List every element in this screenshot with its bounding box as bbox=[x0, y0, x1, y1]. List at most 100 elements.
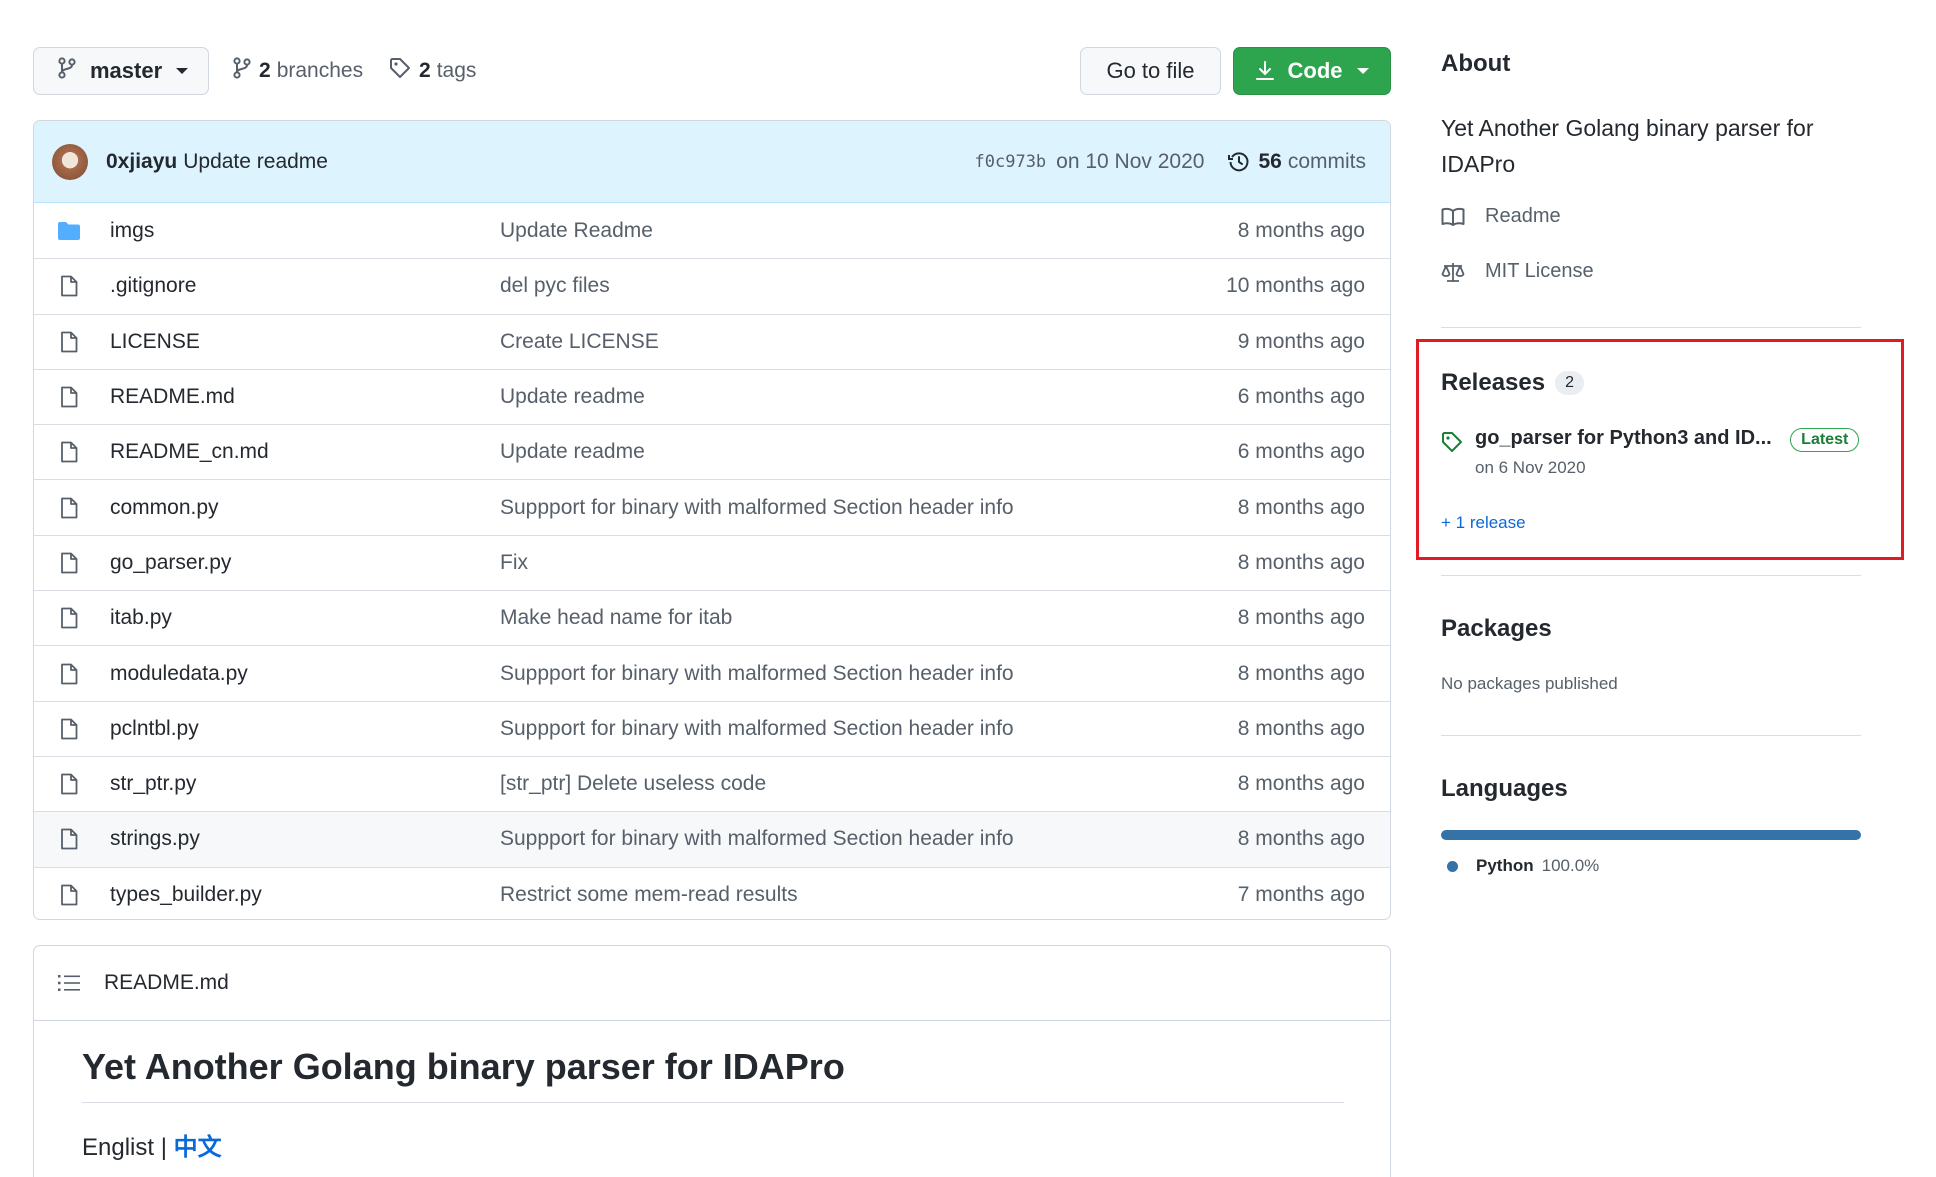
file-icon bbox=[56, 552, 82, 574]
file-icon bbox=[56, 773, 82, 795]
commit-sha[interactable]: f0c973b bbox=[975, 152, 1047, 172]
more-releases-link[interactable]: + 1 release bbox=[1441, 513, 1526, 533]
license-link[interactable]: MIT License bbox=[1441, 260, 1594, 283]
releases-heading[interactable]: Releases 2 bbox=[1441, 369, 1584, 397]
tag-icon bbox=[1441, 431, 1463, 478]
file-commit-message[interactable]: del pyc files bbox=[500, 274, 1226, 298]
readme-language-switch: Englist | 中文 bbox=[82, 1127, 222, 1162]
file-name-link[interactable]: str_ptr.py bbox=[110, 772, 500, 796]
file-row[interactable]: README_cn.md Update readme 6 months ago bbox=[34, 424, 1390, 479]
commits-count: 56 bbox=[1258, 149, 1282, 173]
file-commit-message[interactable]: Restrict some mem-read results bbox=[500, 883, 1238, 907]
chevron-down-icon bbox=[176, 68, 189, 74]
file-row[interactable]: LICENSE Create LICENSE 9 months ago bbox=[34, 313, 1390, 369]
latest-release[interactable]: go_parser for Python3 and ID... Latest o… bbox=[1441, 427, 1860, 478]
branches-count: 2 bbox=[259, 59, 271, 82]
about-description: Yet Another Golang binary parser for IDA… bbox=[1441, 115, 1814, 177]
license-link-label: MIT License bbox=[1485, 260, 1594, 282]
file-row[interactable]: strings.py Suppport for binary with malfo… bbox=[34, 811, 1390, 867]
file-commit-message[interactable]: Suppport for binary with malformed Secti… bbox=[500, 662, 1238, 686]
file-commit-message[interactable]: Fix bbox=[500, 551, 1238, 575]
file-name-link[interactable]: LICENSE bbox=[110, 330, 500, 354]
file-name-link[interactable]: README.md bbox=[110, 385, 500, 409]
tag-icon bbox=[389, 57, 411, 85]
file-row[interactable]: common.py Suppport for binary with malfor… bbox=[34, 479, 1390, 534]
language-bar bbox=[1441, 830, 1861, 840]
file-age: 6 months ago bbox=[1237, 385, 1365, 409]
file-icon bbox=[56, 828, 82, 850]
folder-icon bbox=[56, 221, 82, 241]
file-commit-message[interactable]: Update Readme bbox=[500, 219, 1238, 243]
divider bbox=[1441, 327, 1861, 328]
file-icon bbox=[56, 441, 82, 463]
avatar[interactable] bbox=[52, 143, 88, 180]
commit-message[interactable]: Update readme bbox=[183, 150, 328, 174]
file-row[interactable]: str_ptr.py [str_ptr] Delete useless code 8… bbox=[34, 755, 1390, 811]
file-age: 8 months ago bbox=[1237, 495, 1365, 519]
packages-title[interactable]: Packages bbox=[1441, 615, 1552, 643]
file-icon bbox=[56, 497, 82, 519]
file-row[interactable]: README.md Update readme 6 months ago bbox=[34, 368, 1390, 424]
file-name-link[interactable]: imgs bbox=[110, 219, 500, 243]
go-to-file-button[interactable]: Go to file bbox=[1080, 47, 1221, 95]
file-name-link[interactable]: moduledata.py bbox=[110, 662, 500, 686]
file-commit-message[interactable]: Suppport for binary with malformed Secti… bbox=[500, 496, 1238, 520]
file-age: 9 months ago bbox=[1237, 329, 1365, 353]
branch-select-button[interactable]: master bbox=[33, 47, 209, 95]
file-commit-message[interactable]: Suppport for binary with malformed Secti… bbox=[500, 827, 1238, 851]
file-commit-message[interactable]: Update readme bbox=[500, 440, 1238, 464]
code-button[interactable]: Code bbox=[1233, 47, 1391, 95]
file-row[interactable]: moduledata.py Suppport for binary with ma… bbox=[34, 645, 1390, 700]
file-age: 8 months ago bbox=[1237, 772, 1365, 796]
file-name-link[interactable]: common.py bbox=[110, 496, 500, 520]
readme-title: Yet Another Golang binary parser for IDA… bbox=[82, 1046, 1344, 1103]
download-icon bbox=[1255, 61, 1274, 80]
file-row[interactable]: itab.py Make head name for itab 8 months a… bbox=[34, 590, 1390, 645]
file-age: 8 months ago bbox=[1237, 827, 1365, 851]
file-commit-message[interactable]: Make head name for itab bbox=[500, 606, 1238, 630]
file-name-link[interactable]: README_cn.md bbox=[110, 440, 500, 464]
file-name-link[interactable]: go_parser.py bbox=[110, 551, 500, 575]
file-icon bbox=[56, 331, 82, 353]
commits-link[interactable]: 56 commits bbox=[1228, 150, 1366, 174]
latest-badge: Latest bbox=[1790, 428, 1860, 452]
file-row[interactable]: go_parser.py Fix 8 months ago bbox=[34, 534, 1390, 590]
file-row[interactable]: .gitignore del pyc files 10 months ago bbox=[34, 258, 1390, 313]
readme-link-label: Readme bbox=[1485, 205, 1561, 227]
chinese-readme-link[interactable]: 中文 bbox=[174, 1134, 222, 1161]
release-date: on 6 Nov 2020 bbox=[1475, 458, 1586, 477]
file-name-link[interactable]: strings.py bbox=[110, 827, 500, 851]
file-age: 8 months ago bbox=[1237, 550, 1365, 574]
branch-label: master bbox=[90, 58, 163, 83]
tags-link[interactable]: 2 tags bbox=[389, 47, 476, 95]
release-name[interactable]: go_parser for Python3 and ID... bbox=[1475, 427, 1772, 449]
file-icon bbox=[56, 663, 82, 685]
commit-author[interactable]: 0xjiayu bbox=[106, 150, 177, 174]
readme-link[interactable]: Readme bbox=[1441, 205, 1561, 228]
language-color-dot bbox=[1447, 860, 1458, 872]
file-commit-message[interactable]: Suppport for binary with malformed Secti… bbox=[500, 717, 1238, 741]
file-row[interactable]: pclntbl.py Suppport for binary with malfo… bbox=[34, 700, 1390, 756]
file-name-link[interactable]: .gitignore bbox=[110, 274, 500, 298]
file-name-link[interactable]: types_builder.py bbox=[110, 883, 500, 907]
file-icon bbox=[56, 275, 82, 297]
file-commit-message[interactable]: [str_ptr] Delete useless code bbox=[500, 772, 1238, 796]
file-commit-message[interactable]: Create LICENSE bbox=[500, 330, 1238, 354]
code-label: Code bbox=[1287, 58, 1343, 83]
branches-label: branches bbox=[276, 59, 364, 82]
file-name-link[interactable]: pclntbl.py bbox=[110, 717, 500, 741]
file-name-link[interactable]: itab.py bbox=[110, 606, 500, 630]
file-row[interactable]: imgs Update Readme 8 months ago bbox=[34, 203, 1390, 258]
branches-link[interactable]: 2 branches bbox=[233, 47, 363, 95]
list-icon[interactable] bbox=[58, 974, 80, 992]
readme-header: README.md bbox=[34, 946, 1390, 1021]
chevron-down-icon bbox=[1356, 68, 1369, 74]
branch-icon bbox=[233, 57, 251, 85]
file-commit-message[interactable]: Update readme bbox=[500, 385, 1238, 409]
commit-date: on 10 Nov 2020 bbox=[1056, 149, 1205, 173]
packages-empty-text: No packages published bbox=[1441, 674, 1618, 693]
book-icon bbox=[1441, 207, 1465, 226]
readme-lang-prefix: Englist | bbox=[82, 1134, 167, 1161]
language-item-python[interactable]: Python 100.0% bbox=[1447, 856, 1599, 876]
file-row[interactable]: types_builder.py Restrict some mem-read r… bbox=[34, 866, 1390, 919]
